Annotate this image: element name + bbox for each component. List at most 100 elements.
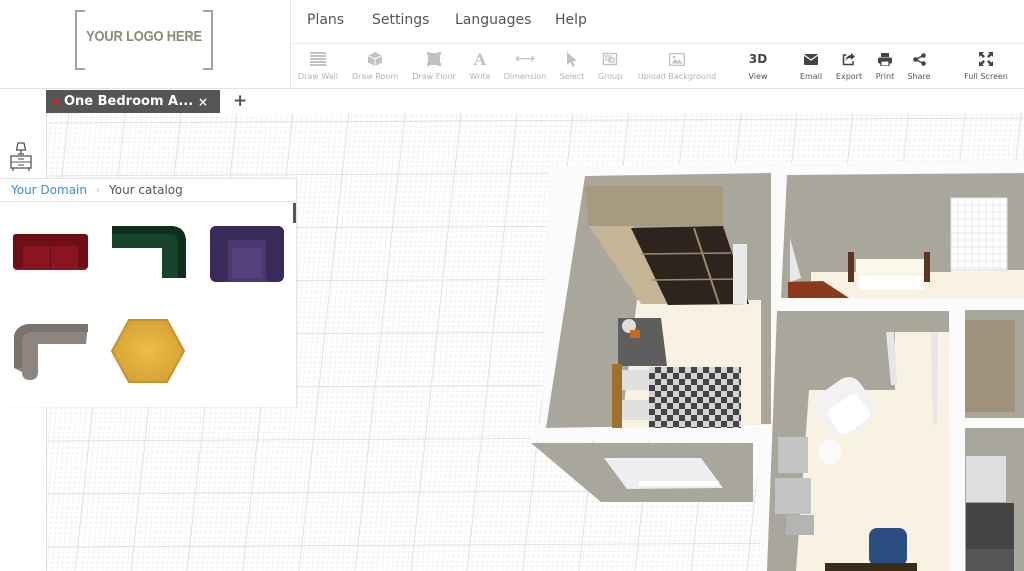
close-tab-icon[interactable]: × xyxy=(198,95,208,109)
stove xyxy=(966,503,1014,549)
blanket-check xyxy=(649,403,655,409)
blanket-check xyxy=(697,427,703,428)
blanket-check xyxy=(685,367,691,373)
blanket-check xyxy=(679,385,685,391)
blanket-check xyxy=(661,379,667,385)
draw-wall-button[interactable]: Draw Wall xyxy=(297,49,339,81)
draw-room-button[interactable]: Draw Room xyxy=(351,49,399,81)
envelope-icon xyxy=(798,49,824,69)
menu-settings[interactable]: Settings xyxy=(372,12,429,28)
blanket-check xyxy=(721,379,727,385)
dimension-button[interactable]: ⟷ Dimension xyxy=(503,49,547,81)
logo[interactable]: YOUR LOGO HERE xyxy=(75,10,213,70)
group-button[interactable]: Group xyxy=(596,49,624,81)
3d-view-label: View xyxy=(748,72,768,81)
living-room xyxy=(781,173,1024,298)
blanket-check xyxy=(709,415,715,421)
dimension-icon: ⟷ xyxy=(514,51,536,67)
breadcrumb-your-catalog: Your catalog xyxy=(109,183,183,197)
menu-plans[interactable]: Plans xyxy=(307,12,344,28)
blanket-check xyxy=(715,409,721,415)
draw-floor-label: Draw Floor xyxy=(412,72,456,81)
fridge xyxy=(966,456,1006,502)
blanket-check xyxy=(697,391,703,397)
blanket-check xyxy=(691,373,697,379)
full-screen-button[interactable]: Full Screen xyxy=(962,49,1010,81)
blanket-check xyxy=(697,403,703,409)
blanket-check xyxy=(697,415,703,421)
tab-one-bedroom[interactable]: One Bedroom A... × xyxy=(46,90,220,113)
main-menu: Plans Settings Languages Help xyxy=(292,0,1024,44)
blanket-check xyxy=(691,385,697,391)
blanket-check xyxy=(673,391,679,397)
export-button[interactable]: Export xyxy=(834,49,864,81)
blanket-check xyxy=(667,385,673,391)
blanket-check xyxy=(739,421,741,427)
blanket-check xyxy=(673,403,679,409)
draw-floor-button[interactable]: Draw Floor xyxy=(411,49,457,81)
catalog-item-purple-armchair[interactable] xyxy=(208,224,286,284)
desk xyxy=(825,563,917,571)
blanket-check xyxy=(661,391,667,397)
fullscreen-icon xyxy=(962,49,1010,69)
menu-languages[interactable]: Languages xyxy=(455,12,531,28)
blanket-check xyxy=(733,391,739,397)
print-button[interactable]: Print xyxy=(874,49,896,81)
office-chair xyxy=(869,528,907,566)
blanket-check xyxy=(649,427,655,428)
wardrobe-shelf-line xyxy=(650,278,742,281)
blanket-check xyxy=(709,391,715,397)
catalog-item-grey-corner-sofa[interactable] xyxy=(12,322,90,382)
select-button[interactable]: Select xyxy=(558,49,586,81)
logo-bracket-right xyxy=(203,10,213,70)
blanket-check xyxy=(679,397,685,403)
blanket-check xyxy=(709,379,715,385)
blanket-check xyxy=(709,403,715,409)
bedroom xyxy=(546,173,771,428)
full-screen-label: Full Screen xyxy=(964,72,1008,81)
breadcrumb-separator: › xyxy=(96,184,100,196)
blanket-check xyxy=(661,427,667,428)
blanket-check xyxy=(649,367,655,373)
bench-cushion xyxy=(859,276,923,290)
add-tab-button[interactable]: + xyxy=(233,90,247,112)
draw-wall-label: Draw Wall xyxy=(297,72,339,81)
nightstand-lamp-icon xyxy=(10,142,32,171)
bed-headboard xyxy=(612,364,622,428)
upload-background-button[interactable]: Upload Background xyxy=(635,49,719,81)
wardrobe-top xyxy=(585,186,723,226)
blanket-check xyxy=(661,403,667,409)
blanket-check xyxy=(721,427,727,428)
menu-help[interactable]: Help xyxy=(555,12,587,28)
blanket-check xyxy=(661,367,667,373)
blanket-check xyxy=(721,403,727,409)
blanket-check xyxy=(739,385,741,391)
blanket-check xyxy=(703,397,709,403)
write-button[interactable]: A Write xyxy=(467,49,493,82)
blanket-check xyxy=(739,409,741,415)
side-table-round xyxy=(818,440,842,464)
blanket-check xyxy=(679,373,685,379)
toolbar: Draw Wall Draw Room Draw Floor A Write ⟷… xyxy=(292,45,1024,88)
bench-arm xyxy=(848,252,854,282)
share-button[interactable]: Share xyxy=(906,49,932,81)
export-icon xyxy=(834,49,864,69)
email-button[interactable]: Email xyxy=(798,49,824,81)
tab-label: One Bedroom A... xyxy=(64,94,194,109)
blanket-check xyxy=(667,409,673,415)
blanket-check xyxy=(733,415,739,421)
catalog-item-green-corner-sofa[interactable] xyxy=(110,224,188,280)
blanket-check xyxy=(691,421,697,427)
catalog-item-red-sofa[interactable] xyxy=(12,232,90,272)
counter xyxy=(966,549,1014,571)
blanket-check xyxy=(721,415,727,421)
catalog-item-yellow-hexagon-rug[interactable] xyxy=(110,318,186,384)
furniture-catalog-button[interactable] xyxy=(9,142,33,172)
blanket-check xyxy=(739,373,741,379)
blanket-check xyxy=(655,409,661,415)
blanket-check xyxy=(703,385,709,391)
pillow xyxy=(622,400,652,420)
group-icon xyxy=(596,49,624,69)
breadcrumb-your-domain[interactable]: Your Domain xyxy=(11,183,87,197)
3d-view-button[interactable]: 3D View xyxy=(744,49,772,81)
